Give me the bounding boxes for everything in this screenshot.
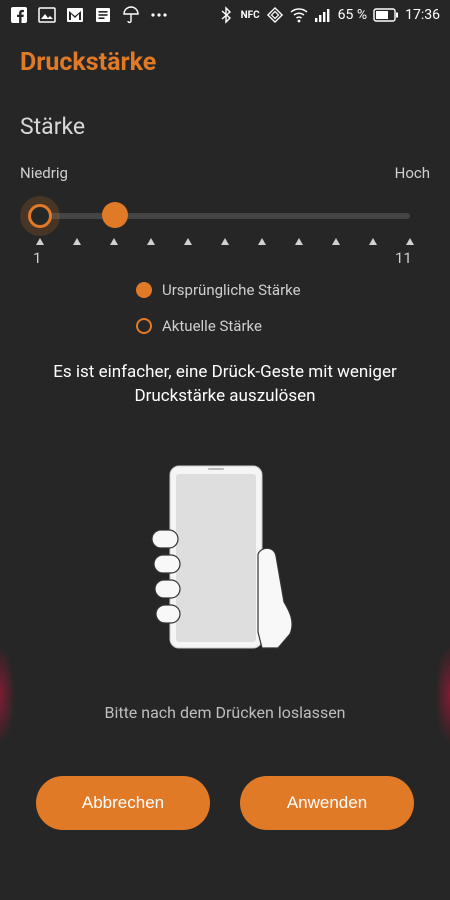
more-icon (150, 6, 168, 24)
notes-icon (94, 6, 112, 24)
battery-icon (373, 6, 399, 24)
slider-tick (295, 238, 303, 245)
slider-ticks (36, 238, 414, 250)
edge-glow-right (435, 645, 450, 745)
signal-icon (314, 6, 332, 24)
legend-original: Ursprüngliche Stärke (136, 281, 301, 299)
strength-slider[interactable] (20, 196, 410, 236)
slider-tick (36, 238, 44, 245)
cancel-button[interactable]: Abbrechen (36, 776, 210, 830)
slider-tick (147, 238, 155, 245)
gmail-icon (66, 6, 84, 24)
legend-current-label: Aktuelle Stärke (162, 317, 262, 335)
status-bar: NFC 65 % 17:36 (0, 0, 450, 32)
info-message: Es ist einfacher, eine Drück-Geste mit w… (53, 362, 397, 406)
bluetooth-icon (217, 6, 235, 24)
slider-tick (369, 238, 377, 245)
battery-percentage: 65 % (337, 7, 368, 23)
clock: 17:36 (405, 7, 440, 23)
legend-current: Aktuelle Stärke (136, 317, 262, 335)
ring-dot-icon (136, 318, 152, 334)
release-hint: Bitte nach dem Drücken loslassen (104, 703, 346, 722)
gallery-icon (38, 6, 56, 24)
slider-track[interactable] (40, 213, 410, 219)
original-strength-marker (102, 202, 128, 228)
nfc-indicator: NFC (240, 9, 260, 21)
edge-glow-left (0, 645, 15, 745)
current-strength-thumb[interactable] (28, 204, 52, 228)
slider-max-value: 11 (395, 249, 412, 267)
status-bar-system: NFC 65 % 17:36 (217, 6, 440, 24)
slider-tick (73, 238, 81, 245)
apply-button[interactable]: Anwenden (240, 776, 414, 830)
slider-label-high: Hoch (394, 164, 430, 182)
slider-tick (258, 238, 266, 245)
filled-dot-icon (136, 282, 152, 298)
slider-tick (332, 238, 340, 245)
slider-tick (406, 238, 414, 245)
slider-tick (110, 238, 118, 245)
slider-tick (184, 238, 192, 245)
wifi-icon (290, 6, 308, 24)
weather-icon (122, 6, 140, 24)
slider-label-low: Niedrig (20, 164, 68, 182)
page-title: Druckstärke (20, 48, 157, 77)
facebook-icon (10, 6, 28, 24)
slider-min-value: 1 (33, 249, 42, 267)
status-bar-notifications (10, 6, 168, 24)
legend-original-label: Ursprüngliche Stärke (162, 281, 301, 299)
vibrate-icon (266, 6, 284, 24)
slider-tick (221, 238, 229, 245)
hand-holding-phone-illustration (150, 462, 300, 657)
section-title: Stärke (20, 113, 86, 140)
